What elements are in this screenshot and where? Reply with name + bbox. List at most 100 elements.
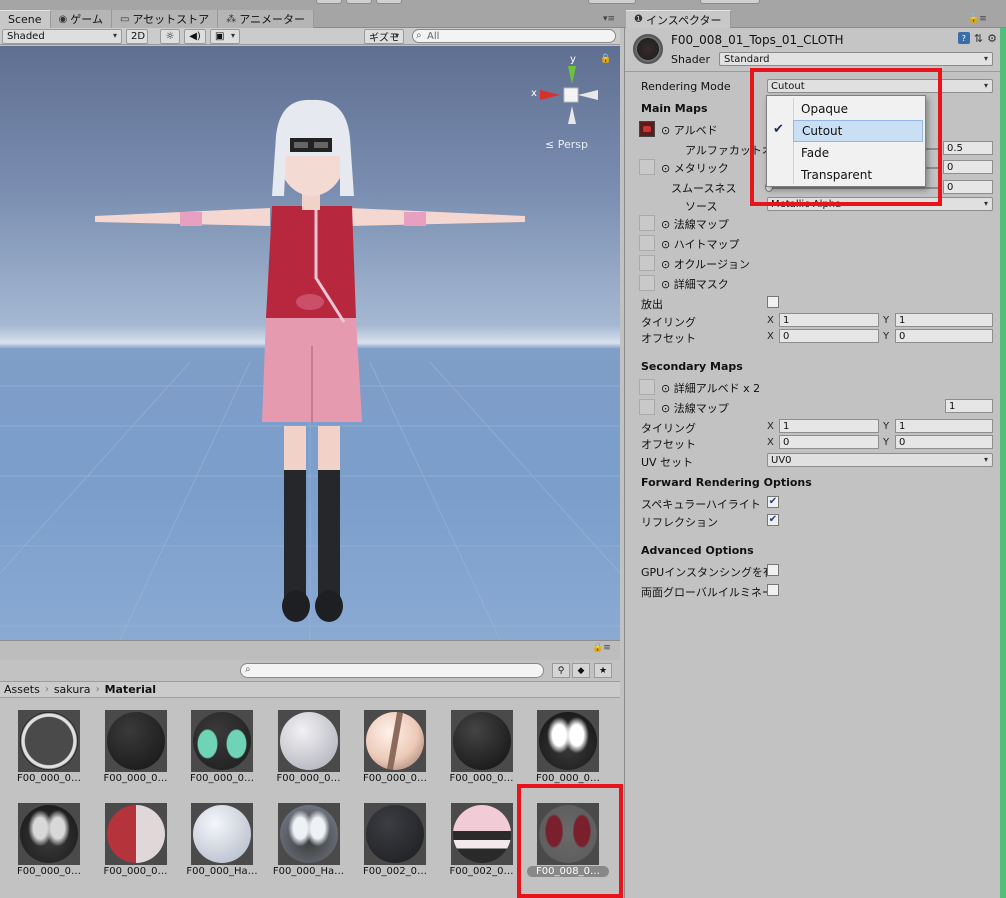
asset-item[interactable]: F00_000_0… (0, 698, 86, 788)
asset-item[interactable]: F00_000_0… (87, 791, 173, 881)
tiling-y-field[interactable]: 1 (895, 313, 993, 327)
height-map-slot[interactable] (639, 235, 655, 251)
offset2-y-field[interactable]: 0 (895, 435, 993, 449)
asset-label: F00_002_0… (449, 866, 514, 877)
tab-scene[interactable]: Scene (0, 10, 51, 28)
uv-set-dropdown[interactable]: UV0 ▾ (767, 453, 993, 467)
material-thumbnail (277, 710, 340, 772)
offset2-x-field[interactable]: 0 (779, 435, 879, 449)
tab-game[interactable]: ◉ ゲーム (50, 10, 112, 28)
material-header: F00_008_01_Tops_01_CLOTH Shader Standard… (625, 28, 1001, 72)
offset-x-field[interactable]: 0 (779, 329, 879, 343)
play-button[interactable] (316, 0, 342, 4)
breadcrumb-material[interactable]: Material (105, 683, 156, 696)
alpha-cutoff-value: 0.5 (947, 142, 963, 154)
tiling2-x-value: 1 (783, 420, 790, 432)
rendering-mode-option-opaque[interactable]: Opaque (767, 98, 925, 120)
project-lock-icon[interactable]: 🔒≡ (592, 643, 611, 653)
tab-inspector[interactable]: ❶ インスペクター (626, 10, 731, 28)
rendering-mode-value: Cutout (771, 80, 805, 92)
asset-item[interactable]: F00_000_0… (87, 698, 173, 788)
material-preview-icon (633, 34, 663, 64)
tab-asset-store[interactable]: ▭ アセットストア (111, 10, 219, 28)
secondary-normal-map-slot[interactable] (639, 399, 655, 415)
double-sided-gi-checkbox[interactable] (767, 584, 779, 596)
secondary-normal-scale-value: 1 (949, 400, 956, 412)
gizmos-dropdown[interactable]: ギズモ ▾ (364, 29, 404, 44)
rendering-mode-option-cutout[interactable]: Cutout (793, 120, 923, 142)
material-thumbnail (450, 803, 513, 865)
asset-item[interactable]: F00_008_0… (519, 791, 609, 881)
lock-icon[interactable]: 🔒 (600, 54, 611, 64)
tiling-x-field[interactable]: 1 (779, 313, 879, 327)
smoothness-field[interactable]: 0 (943, 180, 993, 194)
asset-item[interactable]: F00_000_Ha… (260, 791, 346, 881)
albedo-texture-slot[interactable] (639, 121, 655, 137)
normal-map-slot[interactable] (639, 215, 655, 231)
inspector-lock-icon[interactable]: 🔒≡ (968, 14, 987, 24)
pause-button[interactable] (346, 0, 372, 4)
asset-item[interactable]: F00_000_0… (346, 698, 432, 788)
rendering-mode-option-fade[interactable]: Fade (767, 142, 925, 164)
metallic-field[interactable]: 0 (943, 160, 993, 174)
shading-mode-dropdown[interactable]: Shaded ▾ (2, 29, 122, 44)
tab-animator[interactable]: ⁂ アニメーター (218, 10, 314, 28)
metallic-texture-slot[interactable] (639, 159, 655, 175)
occlusion-slot[interactable] (639, 255, 655, 271)
lighting-toggle-button[interactable]: ☼ (160, 29, 180, 44)
breadcrumb-assets[interactable]: Assets (4, 683, 40, 696)
detail-mask-slot[interactable] (639, 275, 655, 291)
audio-toggle-button[interactable]: ◀) (184, 29, 206, 44)
asset-item[interactable]: F00_000_0… (260, 698, 346, 788)
detail-albedo-slot[interactable] (639, 379, 655, 395)
filter-by-type-button[interactable]: ⚲ (552, 663, 570, 678)
tiling2-y-field[interactable]: 1 (895, 419, 993, 433)
double-sided-gi-label: 両面グローバルイルミネーション (641, 586, 767, 599)
scene-render (0, 66, 620, 640)
material-sphere-icon (279, 712, 338, 770)
asset-label: F00_000_0… (190, 773, 254, 784)
material-sphere-icon (106, 712, 165, 770)
tiling2-x-field[interactable]: 1 (779, 419, 879, 433)
effects-dropdown[interactable]: ▣ ▾ (210, 29, 240, 44)
rendering-mode-dropdown[interactable]: Cutout ▾ (767, 79, 993, 93)
material-name: F00_008_01_Tops_01_CLOTH (671, 33, 844, 47)
emission-checkbox[interactable] (767, 296, 779, 308)
toolbar-button[interactable] (700, 0, 760, 4)
gear-icon[interactable]: ⚙ (987, 32, 997, 45)
specular-highlights-checkbox[interactable]: ✔ (767, 496, 779, 508)
panel-menu-icon[interactable]: ▾≡ (603, 14, 615, 24)
asset-item[interactable]: F00_002_0… (346, 791, 432, 881)
asset-item[interactable]: F00_002_0… (433, 791, 519, 881)
asset-item[interactable]: F00_000_0… (173, 698, 259, 788)
source-dropdown[interactable]: Metallic Alpha ▾ (767, 197, 993, 211)
asset-item[interactable]: F00_000_Ha… (173, 791, 259, 881)
gpu-instancing-checkbox[interactable] (767, 564, 779, 576)
breadcrumb-sakura[interactable]: sakura (54, 683, 91, 696)
secondary-normal-scale-field[interactable]: 1 (945, 399, 993, 413)
tiling2-y-axis: Y (883, 421, 890, 432)
toolbar-button[interactable] (588, 0, 636, 4)
help-book-icon[interactable]: ? (957, 32, 970, 44)
preset-icon[interactable]: ⇅ (974, 32, 983, 45)
offset-y-field[interactable]: 0 (895, 329, 993, 343)
rendering-mode-option-transparent[interactable]: Transparent (767, 164, 925, 186)
projection-label[interactable]: ≤ Persp (545, 138, 588, 151)
asset-item[interactable]: F00_000_0… (433, 698, 519, 788)
scene-viewport[interactable]: y x 🔒 ≤ Persp (0, 46, 620, 640)
project-search-input[interactable]: ⌕ (240, 663, 544, 678)
asset-item[interactable]: F00_000_0… (0, 791, 86, 881)
asset-item[interactable]: F00_000_0… (519, 698, 605, 788)
reflections-checkbox[interactable]: ✔ (767, 514, 779, 526)
2d-toggle-button[interactable]: 2D (126, 29, 148, 44)
alpha-cutoff-field[interactable]: 0.5 (943, 141, 993, 155)
orientation-gizmo[interactable] (540, 66, 598, 124)
asset-label: F00_000_Ha… (186, 866, 258, 877)
shader-dropdown[interactable]: Standard ▾ (719, 52, 993, 66)
favorite-button[interactable]: ★ (594, 663, 612, 678)
smoothness-slider[interactable] (767, 187, 939, 189)
step-button[interactable] (376, 0, 402, 4)
filter-by-label-button[interactable]: ◆ (572, 663, 590, 678)
search-icon: ⌕ (416, 30, 422, 41)
scene-search-input[interactable]: ⌕ All (412, 29, 616, 43)
